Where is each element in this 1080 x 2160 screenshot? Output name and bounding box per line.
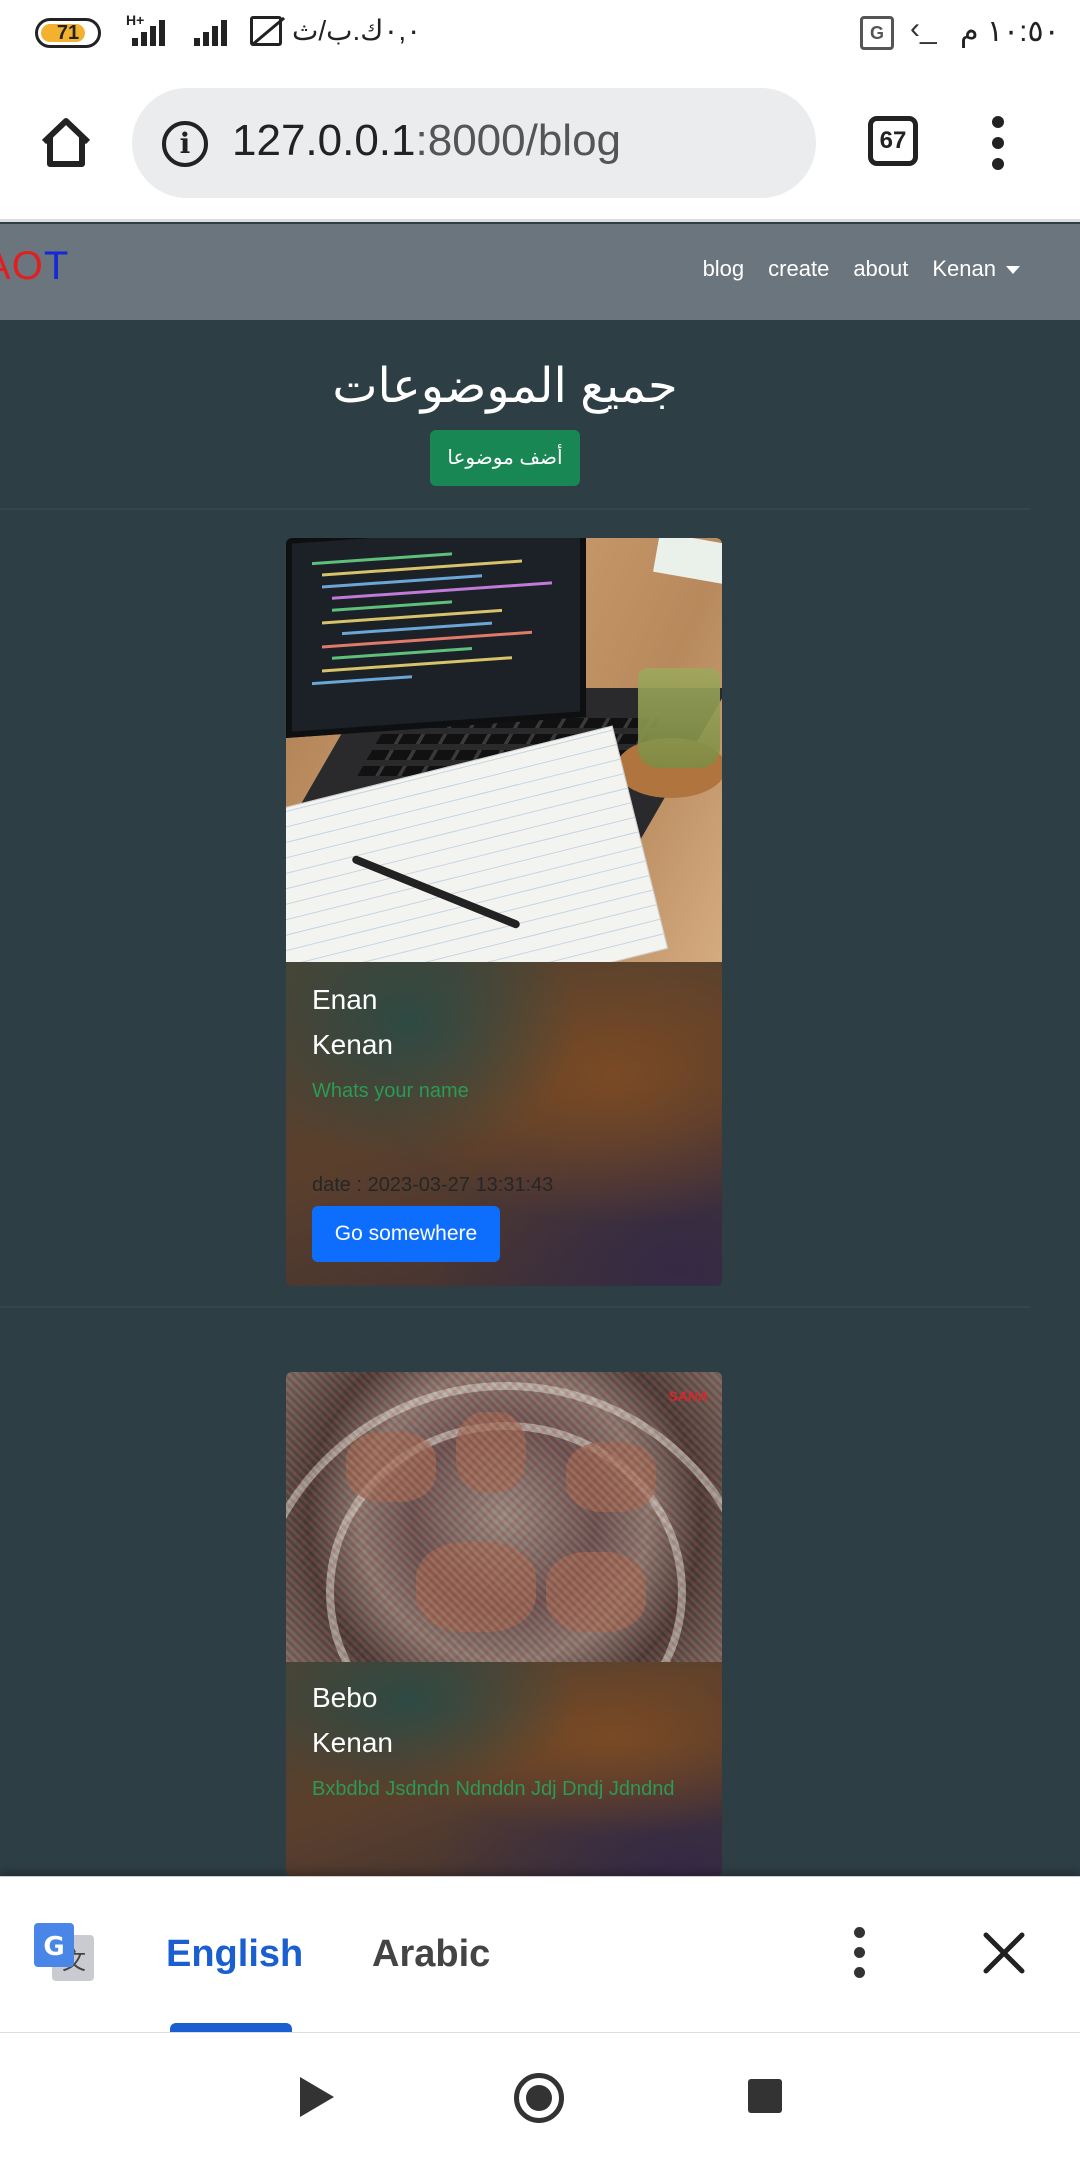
translate-status-icon: G — [860, 16, 894, 50]
home-icon[interactable] — [36, 112, 96, 172]
svg-text:G: G — [43, 1932, 64, 1962]
info-icon[interactable]: i — [162, 121, 208, 167]
signal-icon — [194, 16, 238, 46]
system-navigation-bar — [0, 2032, 1080, 2160]
translate-bar: 文 G English Arabic — [0, 1876, 1080, 2033]
nav-link-blog[interactable]: blog — [703, 256, 745, 282]
back-icon[interactable] — [300, 2077, 334, 2117]
close-icon[interactable] — [976, 1925, 1032, 1981]
no-sim-icon — [250, 16, 282, 46]
signal-icon — [126, 16, 170, 46]
more-options-icon[interactable] — [852, 1927, 868, 1981]
site-brand[interactable]: AOT — [0, 244, 69, 289]
google-translate-icon: 文 G — [34, 1923, 96, 1983]
post-title: Bebo — [312, 1682, 378, 1713]
home-button-icon[interactable] — [514, 2073, 564, 2123]
nav-link-create[interactable]: create — [768, 256, 829, 282]
target-language-tab[interactable]: Arabic — [372, 1933, 490, 1976]
post-text: Bxbdbd Jsdndn Ndnddn Jdj Dndj Jdndnd — [312, 1778, 675, 1800]
source-language-tab[interactable]: English — [166, 1933, 303, 1976]
post-author: Kenan — [312, 1727, 393, 1758]
battery-level: 71 — [56, 22, 80, 44]
network-speed: ٠,٠ك.ب/ث — [292, 15, 422, 46]
post-card: Enan Kenan Whats your name date : 2023-0… — [286, 538, 722, 1286]
caret-down-icon — [1006, 266, 1020, 275]
divider — [0, 508, 1030, 510]
post-text: Whats your name — [312, 1080, 469, 1102]
post-image — [286, 538, 722, 1041]
post-image: SANA — [286, 1372, 722, 1876]
more-options-icon[interactable] — [990, 116, 1006, 170]
post-date: date : 2023-03-27 13:31:43 — [312, 1174, 554, 1196]
site-navbar: AOT blog create about Kenan — [0, 224, 1080, 320]
post-card-body: Enan Kenan Whats your name date : 2023-0… — [286, 962, 722, 1286]
status-bar: 71 H+ ٠,٠ك.ب/ث G ‹_ ١٠:٥٠ م — [0, 0, 1080, 66]
recent-apps-icon[interactable] — [748, 2079, 782, 2113]
url-text[interactable]: 127.0.0.1:8000/blog — [232, 116, 621, 166]
post-card: SANA Bebo Kenan Bxbdbd Jsdndn Ndnddn Jdj… — [286, 1372, 722, 1876]
add-post-button[interactable]: أضف موضوعا — [430, 430, 580, 486]
go-somewhere-button[interactable]: Go somewhere — [312, 1206, 500, 1262]
divider — [0, 1306, 1030, 1308]
tab-switcher-button[interactable]: 67 — [868, 116, 918, 166]
post-author: Kenan — [312, 1029, 393, 1060]
image-watermark: SANA — [668, 1388, 708, 1404]
battery-icon: 71 — [35, 18, 101, 48]
clock: ١٠:٥٠ م — [960, 15, 1060, 48]
page-title: جميع الموضوعات — [332, 360, 678, 413]
post-card-body: Bebo Kenan Bxbdbd Jsdndn Ndnddn Jdj Dndj… — [286, 1662, 722, 1876]
nav-link-about[interactable]: about — [853, 256, 908, 282]
terminal-icon: ‹_ — [910, 12, 937, 45]
browser-toolbar: i 127.0.0.1:8000/blog 67 — [0, 66, 1080, 222]
post-title: Enan — [312, 984, 378, 1015]
user-dropdown[interactable]: Kenan — [932, 256, 1020, 282]
address-bar[interactable]: i 127.0.0.1:8000/blog — [132, 88, 816, 198]
